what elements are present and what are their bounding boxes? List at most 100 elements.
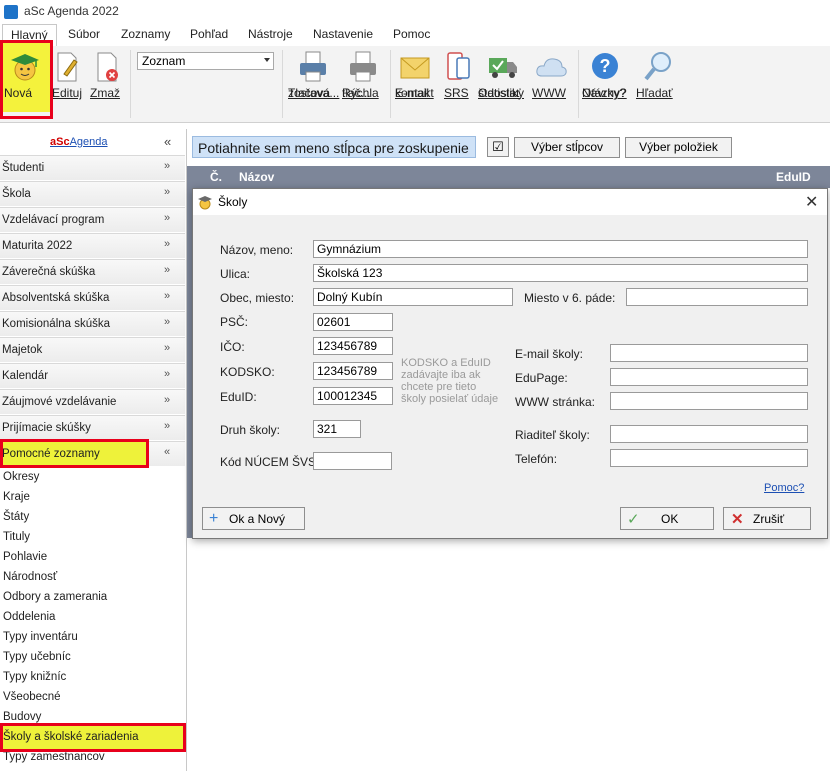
brand-link[interactable]: aScAgenda [50, 136, 108, 148]
www-input[interactable] [610, 392, 808, 410]
kodsko-hint-line-2: zadávajte iba ak [401, 369, 481, 381]
sidebar-section-vzdelavaci-program[interactable]: Vzdelávací program » [0, 207, 185, 232]
chevron-up-icon: « [164, 446, 171, 458]
eduid-label: EduID: [220, 390, 257, 404]
group-by-panel[interactable]: Potiahnite sem meno stĺpca pre zoskupeni… [192, 136, 476, 158]
city-locative-label: Miesto v 6. páde: [524, 291, 616, 305]
www-label: WWW stránka: [515, 395, 595, 409]
city-label: Obec, miesto: [220, 291, 295, 305]
school-type-input[interactable]: 321 [313, 420, 361, 438]
dialog-title: Školy [218, 195, 248, 209]
print-report-button[interactable]: Tlačová zostava... [288, 50, 339, 99]
column-header-eduid[interactable]: EduID [776, 170, 811, 184]
sidebar-item-tituly[interactable]: Tituly [3, 531, 30, 543]
sidebar-item-budovy[interactable]: Budovy [3, 711, 41, 723]
edupage-input[interactable] [610, 368, 808, 386]
sidebar-section-zaujmove-vzdelavanie[interactable]: Záujmové vzdelávanie » [0, 389, 185, 414]
tab-nastavenie[interactable]: Nastavenie [313, 27, 373, 41]
sidebar-section-skola[interactable]: Škola » [0, 181, 185, 206]
chevron-down-icon: » [164, 420, 171, 432]
column-header-name[interactable]: Názov [239, 170, 274, 184]
questions-label-2: Návrhy? [582, 86, 627, 100]
select-columns-button[interactable]: Výber stĺpcov [514, 137, 620, 158]
view-select[interactable]: Zoznam [137, 52, 274, 70]
tab-nastroje[interactable]: Nástroje [248, 27, 293, 41]
ribbon: Nová Edituj Zmaž Zoznam Tlačová zostava.… [0, 40, 830, 123]
sidebar-item-typy-ucebnic[interactable]: Typy učebníc [3, 651, 71, 663]
street-input[interactable]: Školská 123 [313, 264, 808, 282]
www-button[interactable]: WWW [532, 50, 570, 99]
sidebar-section-zaverecna-skuska[interactable]: Záverečná skúška » [0, 259, 185, 284]
sidebar-section-prijimacie-skusky[interactable]: Prijímacie skúšky » [0, 415, 185, 440]
select-items-button[interactable]: Výber položiek [625, 137, 732, 158]
sidebar-item-pohlavie[interactable]: Pohlavie [3, 551, 47, 563]
ok-button[interactable]: ✓ OK [620, 507, 714, 530]
ico-input[interactable]: 123456789 [313, 337, 393, 355]
chevron-down-icon: » [164, 394, 171, 406]
sidebar-item-odbory[interactable]: Odbory a zamerania [3, 591, 107, 603]
srs-label: SRS [444, 86, 469, 100]
psc-input[interactable]: 02601 [313, 313, 393, 331]
sidebar-item-okresy[interactable]: Okresy [3, 471, 39, 483]
send-statistics-button[interactable]: Odoslať štatistiky [478, 50, 528, 99]
phone-input[interactable] [610, 449, 808, 467]
envelope-icon [400, 57, 430, 79]
director-input[interactable] [610, 425, 808, 443]
quick-print-button[interactable]: Rýchla tlač... [342, 50, 384, 99]
kodsko-input[interactable]: 123456789 [313, 362, 393, 380]
tab-subor[interactable]: Súbor [68, 27, 100, 41]
city-input[interactable]: Dolný Kubín [313, 288, 513, 306]
cancel-button[interactable]: ✕ Zrušiť [723, 507, 811, 530]
edit-button[interactable]: Edituj [52, 50, 82, 99]
delete-button[interactable]: Zmaž [90, 50, 124, 99]
help-link[interactable]: Pomoc? [764, 482, 804, 494]
sidebar-section-majetok[interactable]: Majetok » [0, 337, 185, 362]
ok-and-new-button[interactable]: + Ok a Nový [202, 507, 305, 530]
checkbox-toggle[interactable]: ☑ [487, 137, 509, 157]
psc-label: PSČ: [220, 315, 249, 329]
chevron-down-icon: » [164, 264, 171, 276]
questions-button[interactable]: ? Otázky? Návrhy? [582, 50, 628, 99]
email-input[interactable] [610, 344, 808, 362]
sidebar-section-studenti[interactable]: Študenti » [0, 155, 185, 180]
sidebar-item-typy-zamestnancov[interactable]: Typy zamestnancov [3, 751, 105, 763]
chevron-down-icon: » [164, 186, 171, 198]
sidebar-item-typy-inventaru[interactable]: Typy inventáru [3, 631, 78, 643]
ribbon-separator [390, 50, 391, 118]
name-input[interactable]: Gymnázium [313, 240, 808, 258]
column-header-number[interactable]: Č. [210, 170, 222, 184]
name-label: Názov, meno: [220, 243, 294, 257]
tab-pohlad[interactable]: Pohľad [190, 27, 228, 41]
city-locative-input[interactable] [626, 288, 808, 306]
tab-zoznamy[interactable]: Zoznamy [121, 27, 170, 41]
brand-suffix: Agenda [69, 136, 108, 148]
sidebar-section-kalendar[interactable]: Kalendár » [0, 363, 185, 388]
close-icon[interactable]: ✕ [805, 192, 818, 212]
collapse-sidebar-icon[interactable]: « [164, 134, 171, 149]
chevron-down-icon: » [164, 160, 171, 172]
sidebar-item-staty[interactable]: Štáty [3, 511, 29, 523]
sidebar-item-typy-kniznic[interactable]: Typy knižníc [3, 671, 66, 683]
www-label: WWW [532, 86, 566, 100]
sidebar-item-narodnost[interactable]: Národnosť [3, 571, 57, 583]
srs-button[interactable]: SRS [444, 50, 472, 99]
edupage-label: EduPage: [515, 371, 568, 385]
section-label: Majetok [2, 344, 43, 356]
printer-icon [300, 51, 326, 82]
window-title: aSc Agenda 2022 [24, 4, 119, 18]
sidebar-item-oddelenia[interactable]: Oddelenia [3, 611, 55, 623]
delete-button-label: Zmaž [90, 86, 120, 100]
sidebar-section-komisionalna-skuska[interactable]: Komisionálna skúška » [0, 311, 185, 336]
sidebar-item-kraje[interactable]: Kraje [3, 491, 30, 503]
search-button[interactable]: Hľadať [636, 50, 680, 99]
check-icon: ✓ [627, 511, 640, 528]
nucem-input[interactable] [313, 452, 392, 470]
tab-pomoc[interactable]: Pomoc [393, 27, 430, 41]
kodsko-hint-line-4: školy posielať údaje [401, 393, 499, 405]
email-contact-button[interactable]: E-mail kontakt [395, 50, 435, 99]
sidebar-item-vseobecne[interactable]: Všeobecné [3, 691, 61, 703]
eduid-input[interactable]: 100012345 [313, 387, 393, 405]
sidebar-section-absolventska-skuska[interactable]: Absolventská skúška » [0, 285, 185, 310]
section-label: Maturita 2022 [2, 240, 73, 252]
sidebar-section-maturita[interactable]: Maturita 2022 » [0, 233, 185, 258]
